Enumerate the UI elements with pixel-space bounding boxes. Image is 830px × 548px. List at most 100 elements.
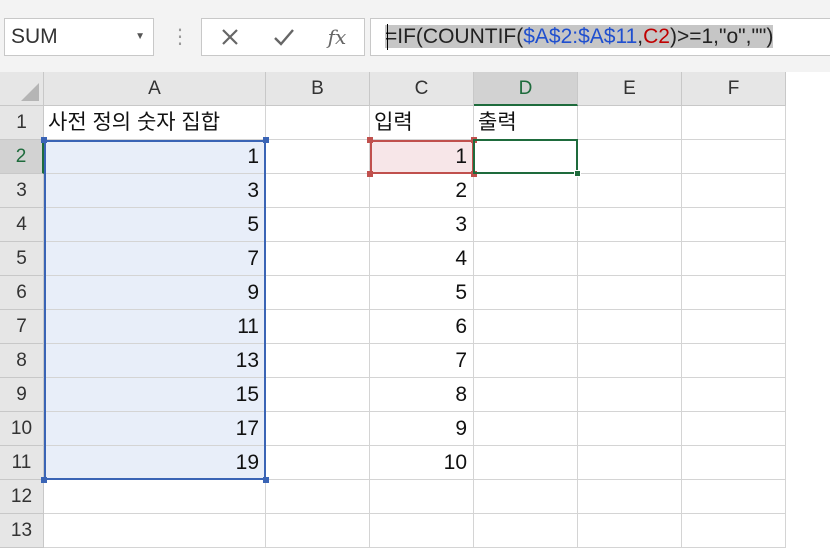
cell-b12[interactable]: [266, 480, 370, 514]
cell-a4[interactable]: 5: [44, 208, 266, 242]
cell-f5[interactable]: [682, 242, 786, 276]
cell-d6[interactable]: [474, 276, 578, 310]
cell-f2[interactable]: [682, 140, 786, 174]
name-box[interactable]: SUM ▼: [4, 18, 154, 56]
cell-f7[interactable]: [682, 310, 786, 344]
x-icon[interactable]: [210, 19, 250, 55]
cell-f6[interactable]: [682, 276, 786, 310]
cell-c2[interactable]: 1: [370, 140, 474, 174]
range-resize-handle[interactable]: [41, 137, 47, 143]
cell-d8[interactable]: [474, 344, 578, 378]
cell-e2[interactable]: [578, 140, 682, 174]
cell-f13[interactable]: [682, 514, 786, 548]
cell-a6[interactable]: 9: [44, 276, 266, 310]
column-header-e[interactable]: E: [578, 72, 682, 106]
cell-d11[interactable]: [474, 446, 578, 480]
row-header-1[interactable]: 1: [0, 106, 44, 140]
check-icon[interactable]: [264, 19, 304, 55]
cell-f9[interactable]: [682, 378, 786, 412]
fill-handle[interactable]: [574, 170, 581, 177]
cell-a13[interactable]: [44, 514, 266, 548]
cell-c11[interactable]: 10: [370, 446, 474, 480]
column-header-f[interactable]: F: [682, 72, 786, 106]
cell-c8[interactable]: 7: [370, 344, 474, 378]
cell-e12[interactable]: [578, 480, 682, 514]
cell-d13[interactable]: [474, 514, 578, 548]
row-header-12[interactable]: 12: [0, 480, 44, 514]
cell-d1[interactable]: 출력: [474, 106, 578, 140]
cell-d5[interactable]: [474, 242, 578, 276]
cell-a2[interactable]: 1: [44, 140, 266, 174]
cell-a1[interactable]: 사전 정의 숫자 집합: [44, 106, 266, 140]
cell-e1[interactable]: [578, 106, 682, 140]
insert-function-icon[interactable]: fx: [317, 19, 357, 55]
cell-a10[interactable]: 17: [44, 412, 266, 446]
cell-c13[interactable]: [370, 514, 474, 548]
cell-e11[interactable]: [578, 446, 682, 480]
cell-f12[interactable]: [682, 480, 786, 514]
more-options-icon[interactable]: ⋮: [170, 22, 190, 52]
cell-e10[interactable]: [578, 412, 682, 446]
cell-c9[interactable]: 8: [370, 378, 474, 412]
cell-d12[interactable]: [474, 480, 578, 514]
cell-f8[interactable]: [682, 344, 786, 378]
chevron-down-icon[interactable]: ▼: [135, 19, 145, 55]
cell-c6[interactable]: 5: [370, 276, 474, 310]
cell-c4[interactable]: 3: [370, 208, 474, 242]
cell-a7[interactable]: 11: [44, 310, 266, 344]
cell-a8[interactable]: 13: [44, 344, 266, 378]
cell-d4[interactable]: [474, 208, 578, 242]
cell-e8[interactable]: [578, 344, 682, 378]
cell-a11[interactable]: 19: [44, 446, 266, 480]
cell-f1[interactable]: [682, 106, 786, 140]
cell-d2[interactable]: [474, 140, 578, 174]
cell-c7[interactable]: 6: [370, 310, 474, 344]
range-resize-handle[interactable]: [263, 137, 269, 143]
column-header-b[interactable]: B: [266, 72, 370, 106]
cell-e7[interactable]: [578, 310, 682, 344]
cell-d10[interactable]: [474, 412, 578, 446]
cell-a12[interactable]: [44, 480, 266, 514]
cell-f4[interactable]: [682, 208, 786, 242]
reference-resize-handle[interactable]: [471, 137, 477, 143]
cell-b1[interactable]: [266, 106, 370, 140]
cell-f11[interactable]: [682, 446, 786, 480]
cell-c5[interactable]: 4: [370, 242, 474, 276]
cell-e4[interactable]: [578, 208, 682, 242]
cell-b3[interactable]: [266, 174, 370, 208]
reference-resize-handle[interactable]: [471, 171, 477, 177]
cell-b2[interactable]: [266, 140, 370, 174]
row-header-13[interactable]: 13: [0, 514, 44, 548]
cell-a5[interactable]: 7: [44, 242, 266, 276]
row-header-11[interactable]: 11: [0, 446, 44, 480]
cell-e13[interactable]: [578, 514, 682, 548]
cell-f10[interactable]: [682, 412, 786, 446]
cell-c3[interactable]: 2: [370, 174, 474, 208]
row-header-3[interactable]: 3: [0, 174, 44, 208]
cell-a9[interactable]: 15: [44, 378, 266, 412]
cell-e9[interactable]: [578, 378, 682, 412]
column-header-c[interactable]: C: [370, 72, 474, 106]
row-header-2[interactable]: 2: [0, 140, 44, 174]
row-header-7[interactable]: 7: [0, 310, 44, 344]
cell-d3[interactable]: [474, 174, 578, 208]
column-header-d[interactable]: D: [474, 72, 578, 106]
cell-d9[interactable]: [474, 378, 578, 412]
cell-b8[interactable]: [266, 344, 370, 378]
cell-b11[interactable]: [266, 446, 370, 480]
cell-b13[interactable]: [266, 514, 370, 548]
cell-b4[interactable]: [266, 208, 370, 242]
row-header-4[interactable]: 4: [0, 208, 44, 242]
select-all-button[interactable]: [0, 72, 44, 106]
range-resize-handle[interactable]: [263, 477, 269, 483]
row-header-10[interactable]: 10: [0, 412, 44, 446]
cell-e3[interactable]: [578, 174, 682, 208]
reference-resize-handle[interactable]: [367, 171, 373, 177]
cell-e6[interactable]: [578, 276, 682, 310]
row-header-9[interactable]: 9: [0, 378, 44, 412]
range-resize-handle[interactable]: [41, 477, 47, 483]
row-header-5[interactable]: 5: [0, 242, 44, 276]
cell-b10[interactable]: [266, 412, 370, 446]
formula-input[interactable]: =IF(COUNTIF($A$2:$A$11,C2)>=1,"o",""): [370, 18, 830, 56]
cell-b6[interactable]: [266, 276, 370, 310]
